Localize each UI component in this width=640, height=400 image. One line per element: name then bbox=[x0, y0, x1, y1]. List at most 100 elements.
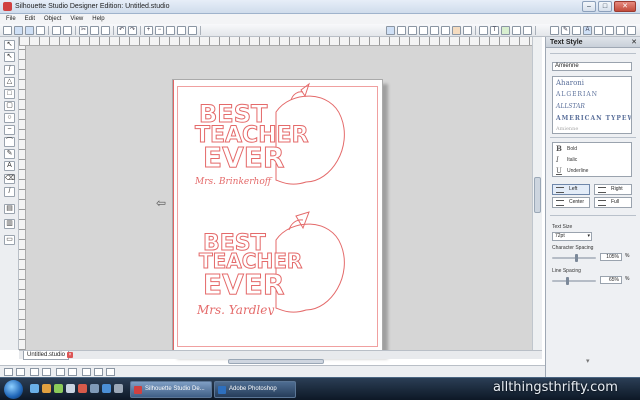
menu-view[interactable]: View bbox=[70, 16, 83, 22]
design-canvas[interactable]: ⇦ BEST TEACHER EVER Mrs. Brinkerhoff BES… bbox=[26, 46, 532, 354]
select-all-icon[interactable] bbox=[4, 368, 13, 376]
more-quicklaunch-icon[interactable] bbox=[114, 384, 123, 393]
font-search-input[interactable]: Amienne bbox=[552, 62, 632, 71]
freehand-tool-icon[interactable]: ✎ bbox=[4, 149, 15, 159]
panel-collapse-icon[interactable]: ▾ bbox=[586, 357, 590, 365]
knife-tool-icon[interactable]: / bbox=[4, 187, 15, 197]
char-spacing-slider-knob[interactable] bbox=[575, 254, 578, 262]
underline-option[interactable]: U Underline bbox=[553, 165, 631, 176]
app-quicklaunch-icon[interactable] bbox=[78, 384, 87, 393]
send-panel-icon[interactable] bbox=[627, 26, 636, 35]
cut-mat-icon[interactable]: ▭ bbox=[4, 235, 15, 245]
font-list-item[interactable]: Amienne bbox=[553, 125, 631, 133]
font-list-item[interactable]: AMERICAN TYPEWRITER bbox=[553, 113, 631, 125]
select-tool-icon[interactable]: ↖ bbox=[4, 40, 15, 50]
font-list-item[interactable]: Aharoni bbox=[553, 77, 631, 89]
fit-page-icon[interactable] bbox=[188, 26, 197, 35]
italic-option[interactable]: I Italic bbox=[553, 154, 631, 165]
char-spacing-slider[interactable] bbox=[552, 254, 596, 262]
new-file-icon[interactable] bbox=[3, 26, 12, 35]
align-center-button[interactable]: Center bbox=[552, 197, 590, 208]
eraser-tool-icon[interactable]: ⌫ bbox=[4, 174, 15, 184]
deselect-icon[interactable] bbox=[16, 368, 25, 376]
text-tool-icon[interactable]: A bbox=[4, 161, 15, 171]
offset-icon[interactable] bbox=[479, 26, 488, 35]
pen-color-icon[interactable]: ✎ bbox=[561, 26, 570, 35]
zoom-out-icon[interactable]: − bbox=[155, 26, 164, 35]
panel-close-icon[interactable]: ✕ bbox=[631, 38, 637, 46]
release-compound-icon[interactable] bbox=[68, 368, 77, 376]
align-left-button[interactable]: Left bbox=[552, 184, 590, 195]
document-tab[interactable]: Untitled.studio bbox=[23, 351, 70, 360]
align-full-button[interactable]: Full bbox=[594, 197, 632, 208]
photoshop-quick-icon[interactable] bbox=[102, 384, 111, 393]
weld-icon[interactable] bbox=[82, 368, 91, 376]
text-size-select[interactable]: 72pt bbox=[552, 232, 592, 241]
menu-edit[interactable]: Edit bbox=[25, 16, 35, 22]
ie-icon[interactable] bbox=[30, 384, 39, 393]
layers-tool-icon[interactable]: ▤ bbox=[4, 204, 15, 214]
menu-file[interactable]: File bbox=[6, 16, 16, 22]
align-panel-icon[interactable] bbox=[594, 26, 603, 35]
store-icon[interactable] bbox=[605, 26, 614, 35]
zoom-in-icon[interactable]: + bbox=[144, 26, 153, 35]
text-panel-icon[interactable]: A bbox=[583, 26, 592, 35]
design-group-1[interactable]: BEST TEACHER EVER Mrs. Brinkerhoff bbox=[181, 82, 345, 187]
print-icon[interactable] bbox=[52, 26, 61, 35]
start-button[interactable] bbox=[4, 380, 23, 399]
library-icon[interactable] bbox=[36, 26, 45, 35]
transform-icon[interactable] bbox=[441, 26, 450, 35]
save-icon[interactable] bbox=[25, 26, 34, 35]
copy-icon[interactable] bbox=[90, 26, 99, 35]
modify-icon[interactable] bbox=[463, 26, 472, 35]
font-list[interactable]: Aharoni ALGERIAN ALLSTAR AMERICAN TYPEWR… bbox=[552, 76, 632, 134]
cut-panel-icon[interactable] bbox=[616, 26, 625, 35]
taskbar-photoshop[interactable]: Adobe Photoshop bbox=[214, 381, 296, 398]
open-file-icon[interactable] bbox=[14, 26, 23, 35]
cut-send-icon[interactable] bbox=[63, 26, 72, 35]
send-back-icon[interactable] bbox=[106, 368, 115, 376]
line-tool-icon[interactable]: / bbox=[4, 65, 15, 75]
registration-marks-icon[interactable] bbox=[408, 26, 417, 35]
group-icon[interactable] bbox=[30, 368, 39, 376]
redo-icon[interactable]: ↷ bbox=[128, 26, 137, 35]
bring-front-icon[interactable] bbox=[94, 368, 103, 376]
zoom-fit-icon[interactable] bbox=[166, 26, 175, 35]
maximize-button[interactable]: □ bbox=[598, 1, 612, 12]
pan-icon[interactable] bbox=[177, 26, 186, 35]
line-spacing-input[interactable]: 65% bbox=[600, 276, 622, 284]
folder-icon[interactable] bbox=[42, 384, 51, 393]
menu-object[interactable]: Object bbox=[44, 16, 61, 22]
polygon-tool-icon[interactable]: △ bbox=[4, 77, 15, 87]
line-style-icon[interactable] bbox=[572, 26, 581, 35]
horizontal-scroll-thumb[interactable] bbox=[228, 359, 324, 364]
cut-settings-icon[interactable] bbox=[419, 26, 428, 35]
char-spacing-input[interactable]: 105% bbox=[600, 253, 622, 261]
fill-color-icon[interactable] bbox=[512, 26, 521, 35]
line-color-icon[interactable] bbox=[523, 26, 532, 35]
vertical-scroll-thumb[interactable] bbox=[534, 177, 541, 213]
edit-points-icon[interactable]: ↖ bbox=[4, 52, 15, 62]
page-setup-icon[interactable] bbox=[397, 26, 406, 35]
media-icon[interactable] bbox=[54, 384, 63, 393]
curve-tool-icon[interactable]: ~ bbox=[4, 125, 15, 135]
paste-icon[interactable] bbox=[101, 26, 110, 35]
close-tab-icon[interactable]: × bbox=[67, 352, 73, 358]
ellipse-tool-icon[interactable]: ○ bbox=[4, 113, 15, 123]
line-spacing-slider[interactable] bbox=[552, 277, 596, 285]
font-list-item[interactable]: ALLSTAR bbox=[553, 101, 631, 113]
taskbar-silhouette[interactable]: Silhouette Studio De... bbox=[130, 381, 212, 398]
undo-icon[interactable]: ↶ bbox=[117, 26, 126, 35]
minimize-button[interactable]: – bbox=[582, 1, 596, 12]
cut-icon[interactable]: ✂ bbox=[79, 26, 88, 35]
close-button[interactable]: ✕ bbox=[614, 1, 636, 12]
desktop-icon[interactable] bbox=[66, 384, 75, 393]
line-spacing-slider-knob[interactable] bbox=[566, 277, 569, 285]
library-tool-icon[interactable]: ▥ bbox=[4, 219, 15, 229]
grid-icon[interactable] bbox=[386, 26, 395, 35]
rectangle-tool-icon[interactable]: □ bbox=[4, 89, 15, 99]
replicate-icon[interactable] bbox=[452, 26, 461, 35]
design-group-2[interactable]: BEST TEACHER EVER Mrs. Yardley bbox=[181, 210, 345, 317]
menu-help[interactable]: Help bbox=[92, 16, 104, 22]
fill-gradient-icon[interactable] bbox=[550, 26, 559, 35]
